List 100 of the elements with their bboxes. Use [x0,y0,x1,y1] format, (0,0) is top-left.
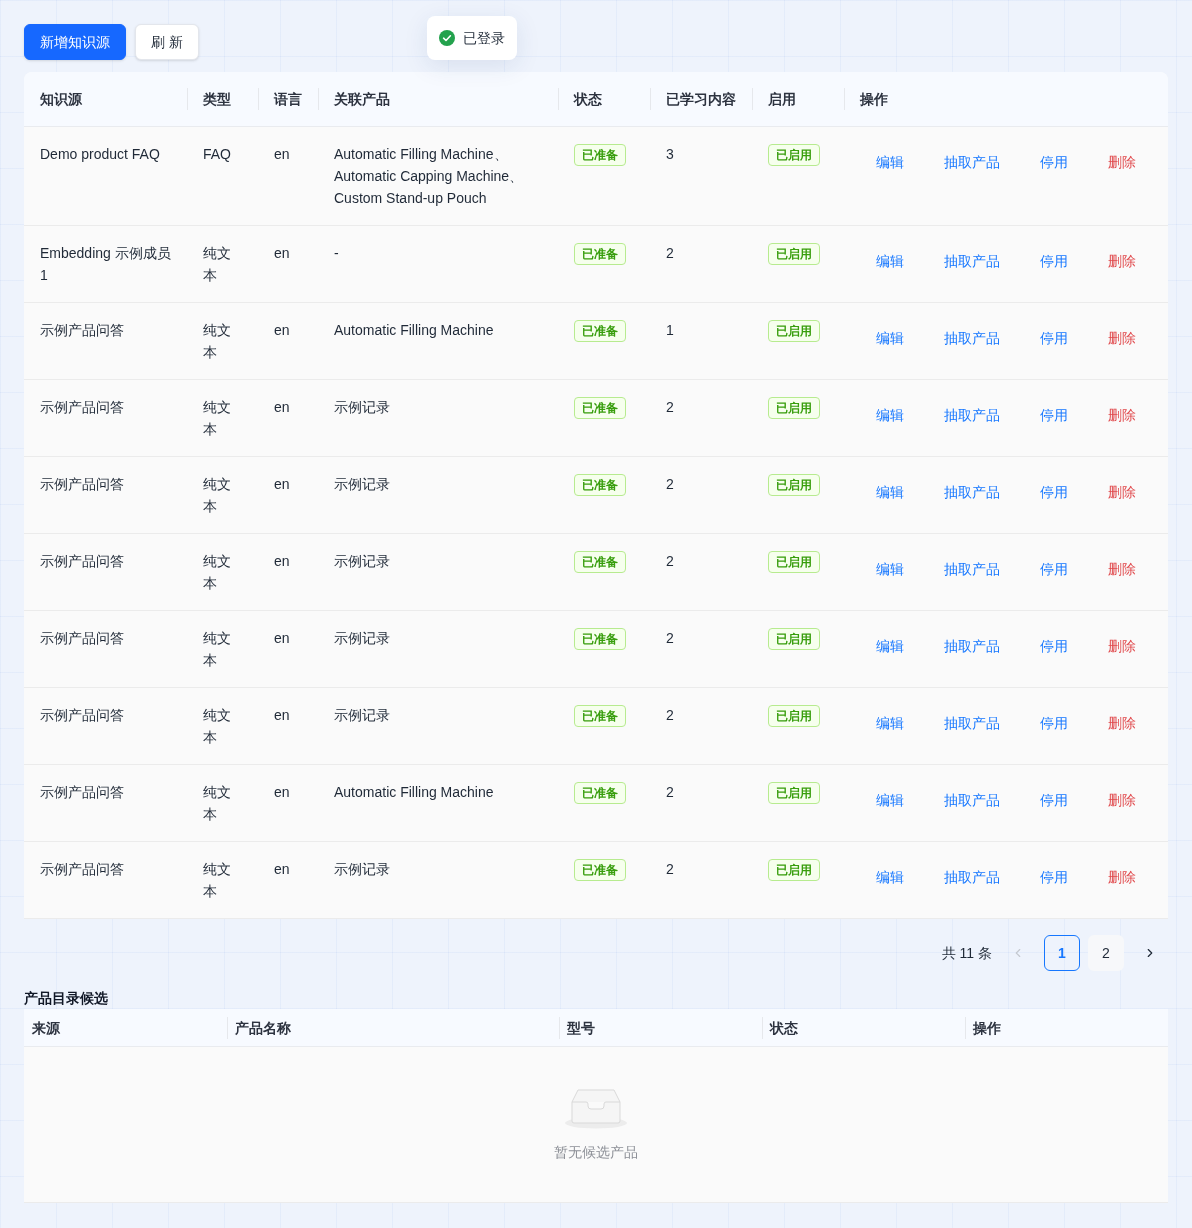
table-cell-text: 纯文本 [202,244,232,285]
action-link[interactable]: 停用 [1024,861,1084,893]
column-header: 语言 [258,72,318,126]
action-link[interactable]: 编辑 [860,476,920,508]
action-link[interactable]: 停用 [1024,553,1084,585]
page-button[interactable]: 2 [1088,935,1124,971]
status-tag: 已准备 [574,782,626,804]
table-cell-text: 纯文本 [202,783,232,824]
table-cell-text: 2 [665,783,675,802]
action-link[interactable]: 编辑 [860,553,920,585]
delete-link[interactable]: 删除 [1092,399,1152,431]
action-link[interactable]: 抽取产品 [928,476,1016,508]
table-cell-text: 示例产品问答 [39,398,125,417]
action-link[interactable]: 停用 [1024,707,1084,739]
column-header: 产品名称 [227,1009,559,1046]
delete-link[interactable]: 删除 [1092,553,1152,585]
section-title: 产品目录候选 [24,989,109,1008]
status-tag: 已准备 [574,320,626,342]
action-link[interactable]: 抽取产品 [928,861,1016,893]
enabled-tag: 已启用 [768,144,820,166]
action-link[interactable]: 编辑 [860,146,920,178]
action-link[interactable]: 编辑 [860,861,920,893]
action-link[interactable]: 编辑 [860,322,920,354]
action-link[interactable]: 抽取产品 [928,245,1016,277]
table-cell-text: 示例产品问答 [39,783,125,802]
table-cell-text: 2 [665,706,675,725]
table-cell-text: en [273,475,291,494]
table-cell-text: Automatic Filling Machine、Automatic Capping Machine、Custom Stand-up Pouch [333,145,525,208]
empty-text: 暂无候选产品 [554,1143,638,1162]
status-tag: 已准备 [574,628,626,650]
table-cell-text: Automatic Filling Machine [333,321,495,340]
column-header: 状态 [762,1009,965,1046]
action-link[interactable]: 编辑 [860,630,920,662]
table-cell-text: 示例产品问答 [39,475,125,494]
enabled-tag: 已启用 [768,705,820,727]
table-cell-text: 示例记录 [333,475,391,494]
table-cell-text: en [273,145,291,164]
action-link[interactable]: 抽取产品 [928,707,1016,739]
action-link[interactable]: 停用 [1024,630,1084,662]
column-header: 型号 [559,1009,762,1046]
column-header: 关联产品 [318,72,558,126]
action-link[interactable]: 抽取产品 [928,784,1016,816]
action-link[interactable]: 编辑 [860,245,920,277]
table-cell-text: 示例产品问答 [39,629,125,648]
status-tag: 已准备 [574,705,626,727]
page-button[interactable]: 1 [1044,935,1080,971]
delete-link[interactable]: 删除 [1092,784,1152,816]
refresh-button[interactable]: 刷 新 [135,24,199,60]
table-cell-text: 纯文本 [202,706,232,747]
action-link[interactable]: 停用 [1024,146,1084,178]
action-link[interactable]: 抽取产品 [928,322,1016,354]
delete-link[interactable]: 删除 [1092,476,1152,508]
column-header: 已学习内容 [650,72,752,126]
table-cell-text: 纯文本 [202,475,232,516]
table-cell-text: en [273,706,291,725]
action-link[interactable]: 编辑 [860,784,920,816]
column-header: 操作 [965,1009,1168,1046]
delete-link[interactable]: 删除 [1092,861,1152,893]
table-cell-text: en [273,629,291,648]
table-cell-text: 纯文本 [202,321,232,362]
status-tag: 已准备 [574,551,626,573]
table-cell-text: en [273,398,291,417]
column-header: 类型 [187,72,258,126]
table-cell-text: en [273,783,291,802]
action-link[interactable]: 停用 [1024,399,1084,431]
enabled-tag: 已启用 [768,782,820,804]
action-link[interactable]: 抽取产品 [928,399,1016,431]
column-header: 状态 [558,72,650,126]
table-cell-text: 示例产品问答 [39,706,125,725]
delete-link[interactable]: 删除 [1092,322,1152,354]
add-source-button[interactable]: 新增知识源 [24,24,126,60]
delete-link[interactable]: 删除 [1092,630,1152,662]
action-link[interactable]: 停用 [1024,322,1084,354]
table-cell-text: 2 [665,629,675,648]
delete-link[interactable]: 删除 [1092,245,1152,277]
table-cell-text: 2 [665,860,675,879]
action-link[interactable]: 停用 [1024,476,1084,508]
action-link[interactable]: 编辑 [860,399,920,431]
action-link[interactable]: 停用 [1024,245,1084,277]
table-cell-text: 3 [665,145,675,164]
status-tag: 已准备 [574,243,626,265]
table-cell-text: 2 [665,552,675,571]
action-link[interactable]: 抽取产品 [928,630,1016,662]
delete-link[interactable]: 删除 [1092,707,1152,739]
enabled-tag: 已启用 [768,320,820,342]
column-header: 启用 [752,72,844,126]
action-link[interactable]: 抽取产品 [928,553,1016,585]
table-cell-text: en [273,860,291,879]
check-circle-icon [439,30,455,46]
table-cell-text: Automatic Filling Machine [333,783,495,802]
table-cell-text: FAQ [202,145,232,164]
action-link[interactable]: 停用 [1024,784,1084,816]
delete-link[interactable]: 删除 [1092,146,1152,178]
action-link[interactable]: 抽取产品 [928,146,1016,178]
table-cell-text: 1 [665,321,675,340]
column-header: 来源 [31,1018,61,1038]
action-link[interactable]: 编辑 [860,707,920,739]
table-cell-text: en [273,321,291,340]
table-cell-text: 2 [665,475,675,494]
table-cell-text: 示例记录 [333,552,391,571]
